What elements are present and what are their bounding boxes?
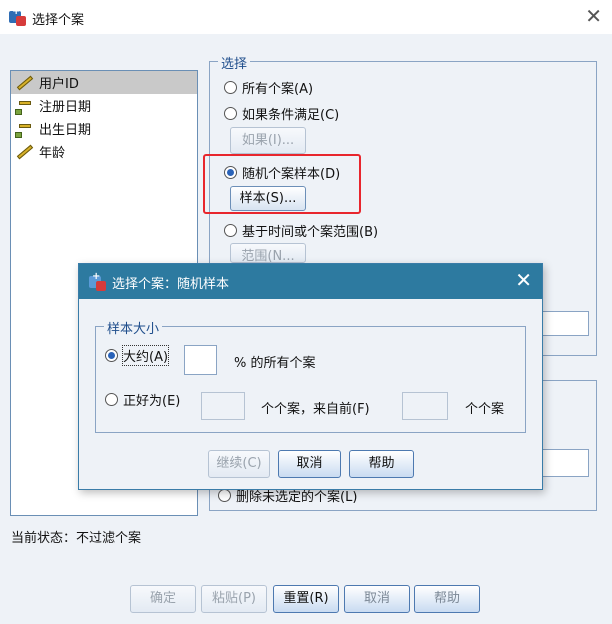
- variable-item-user-id[interactable]: 用户ID: [11, 71, 197, 94]
- calendar-ruler-icon: [15, 97, 35, 115]
- continue-button[interactable]: 继续(C): [208, 450, 270, 478]
- sample-size-legend: 样本大小: [104, 318, 163, 337]
- reset-button[interactable]: 重置(R): [273, 585, 339, 613]
- close-icon[interactable]: ✕: [515, 268, 532, 292]
- percent-of-cases-label: % 的所有个案: [234, 356, 316, 371]
- current-status: 当前状态：不过滤个案: [11, 531, 142, 546]
- highlight-box: [203, 154, 361, 214]
- paste-button[interactable]: 粘贴(P): [201, 585, 267, 613]
- if-button[interactable]: 如果(I)...: [230, 127, 306, 154]
- window-title: 选择个案: [32, 13, 85, 28]
- radio-circle[interactable]: [105, 393, 118, 406]
- ok-button[interactable]: 确定: [130, 585, 196, 613]
- radio-if-condition[interactable]: 如果条件满足(C): [224, 104, 339, 123]
- random-sample-dialog: + 选择个案：随机样本 ✕ 样本大小 大约(A) % 的所有个案 正好为(E) …: [78, 263, 543, 490]
- variable-label: 用户ID: [39, 77, 79, 92]
- dialog-cancel-button[interactable]: 取消: [278, 450, 341, 478]
- exact-count-input[interactable]: [201, 392, 245, 420]
- radio-circle-checked[interactable]: [105, 349, 118, 362]
- cases-label: 个个案: [465, 402, 505, 417]
- spss-app-icon: +: [9, 7, 27, 26]
- variable-item-register-date[interactable]: 注册日期: [11, 94, 197, 117]
- radio-if-condition-label: 如果条件满足(C): [242, 108, 340, 123]
- ruler-icon: [15, 143, 35, 161]
- radio-circle[interactable]: [218, 489, 231, 502]
- radio-circle[interactable]: [224, 224, 237, 237]
- variable-label: 年龄: [39, 146, 66, 161]
- variable-label: 注册日期: [39, 100, 92, 115]
- dataset-name-field[interactable]: [535, 449, 589, 477]
- radio-all-cases[interactable]: 所有个案(A): [224, 78, 313, 97]
- close-icon[interactable]: ✕: [585, 4, 602, 28]
- variable-item-birth-date[interactable]: 出生日期: [11, 117, 197, 140]
- calendar-ruler-icon: [15, 120, 35, 138]
- approx-percent-input[interactable]: [184, 345, 217, 375]
- cases-from-first-label: 个个案，来自前(F): [261, 402, 370, 417]
- spss-app-icon: +: [89, 272, 107, 291]
- help-button[interactable]: 帮助: [414, 585, 480, 613]
- from-first-input[interactable]: [402, 392, 448, 420]
- ruler-icon: [15, 74, 35, 92]
- dialog-title: 选择个案：随机样本: [112, 277, 230, 292]
- filter-variable-field[interactable]: [535, 311, 589, 336]
- variable-item-age[interactable]: 年龄: [11, 140, 197, 163]
- radio-circle[interactable]: [224, 81, 237, 94]
- radio-circle[interactable]: [224, 107, 237, 120]
- window-titlebar: + 选择个案 ✕: [0, 0, 612, 34]
- variable-label: 出生日期: [39, 123, 92, 138]
- radio-exactly[interactable]: 正好为(E): [105, 390, 180, 409]
- dialog-help-button[interactable]: 帮助: [349, 450, 414, 478]
- cancel-button[interactable]: 取消: [344, 585, 410, 613]
- range-button[interactable]: 范围(N...: [230, 243, 306, 263]
- select-group-legend: 选择: [218, 53, 251, 72]
- radio-time-range[interactable]: 基于时间或个案范围(B): [224, 221, 378, 240]
- radio-approximately[interactable]: 大约(A): [105, 345, 170, 366]
- dialog-titlebar: + 选择个案：随机样本 ✕: [79, 264, 542, 299]
- radio-all-cases-label: 所有个案(A): [242, 82, 314, 97]
- approx-label: 大约(A): [121, 345, 170, 366]
- exact-label: 正好为(E): [123, 394, 181, 409]
- radio-time-range-label: 基于时间或个案范围(B): [242, 225, 379, 240]
